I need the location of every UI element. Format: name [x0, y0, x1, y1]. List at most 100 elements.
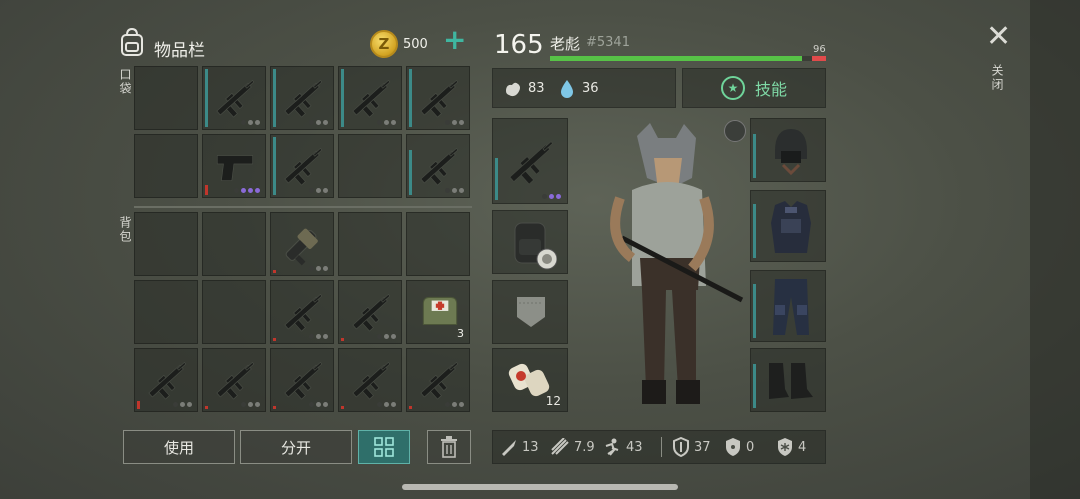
consumable-slot[interactable]: 12: [492, 348, 568, 412]
trash-icon: [441, 436, 457, 458]
consumable-count: 12: [545, 394, 561, 408]
rarity-dots: [445, 188, 464, 193]
pocket-equip-slot[interactable]: [492, 280, 568, 344]
split-button[interactable]: 分开: [240, 430, 352, 464]
vitals-panel: 83 36: [492, 68, 676, 108]
backpack-slot[interactable]: [270, 212, 334, 276]
rifle-icon: [352, 361, 391, 400]
hp-value: 96: [813, 44, 826, 55]
delete-button[interactable]: [427, 430, 471, 464]
pocket-slot[interactable]: [134, 134, 198, 198]
rifle-icon: [509, 141, 554, 185]
rifle-icon: [284, 293, 323, 332]
backpack-slot[interactable]: [270, 348, 334, 412]
durability-bar: [273, 406, 276, 409]
rifle-icon: [216, 79, 255, 118]
rifle-icon: [352, 79, 391, 118]
rarity-dots: [377, 402, 396, 407]
backpack-slot[interactable]: [202, 280, 266, 344]
pistol-icon: [216, 155, 253, 181]
water-value: 36: [582, 81, 599, 96]
rarity-dots: [309, 266, 328, 271]
backpack-slot[interactable]: [338, 212, 402, 276]
wolf-badge-icon: [724, 120, 746, 142]
cold-value: 4: [798, 439, 807, 455]
durability-bar: [341, 338, 344, 341]
rarity-dots: [309, 120, 328, 125]
speed-stat: 43: [600, 432, 643, 462]
coin-balance: 500: [403, 37, 428, 52]
backpack-slot[interactable]: [406, 212, 470, 276]
stats-separator: [661, 437, 662, 457]
close-button[interactable]: ✕: [986, 22, 1011, 52]
ranged-stat: 7.9: [550, 432, 595, 462]
pocket-slot[interactable]: [406, 134, 470, 198]
armor-stat: 37: [672, 432, 711, 462]
backpack-slot[interactable]: [134, 212, 198, 276]
pocket-slot[interactable]: [270, 134, 334, 198]
shield-icon: [673, 437, 689, 457]
use-button[interactable]: 使用: [123, 430, 235, 464]
durability-bar: [205, 69, 208, 127]
pocket-slot[interactable]: [202, 66, 266, 130]
food-value: 83: [528, 81, 545, 96]
pocket-slot[interactable]: [406, 66, 470, 130]
stomach-icon: [506, 82, 520, 97]
sort-grid-button[interactable]: [358, 430, 410, 464]
backpack-header-icon: [121, 27, 143, 56]
player-level: 165: [494, 30, 544, 60]
home-indicator: [402, 484, 678, 490]
hp-bar: [550, 56, 826, 61]
pants-slot[interactable]: [750, 270, 826, 342]
pocket-slot[interactable]: [134, 66, 198, 130]
backpack-slot[interactable]: [134, 348, 198, 412]
boots-slot[interactable]: [750, 348, 826, 412]
backpack-equip-slot[interactable]: [492, 210, 568, 274]
helmet-slot[interactable]: [750, 118, 826, 182]
add-coins-button[interactable]: +: [443, 26, 466, 54]
durability-bar: [409, 69, 412, 127]
ranged-value: 7.9: [574, 439, 595, 455]
durability-bar: [409, 406, 412, 409]
backpack-slot[interactable]: [338, 348, 402, 412]
rifle-icon: [216, 361, 255, 400]
rarity-dots: [445, 402, 464, 407]
melee-stat: 13: [500, 432, 539, 462]
rarity-dots: [309, 188, 328, 193]
pocket-slot[interactable]: [338, 134, 402, 198]
pocket-slot[interactable]: [338, 66, 402, 130]
backpack-slot[interactable]: [202, 212, 266, 276]
rifle-icon: [420, 79, 459, 118]
durability-bar: [205, 185, 208, 195]
rarity-dots: [234, 188, 260, 193]
backpack-slot[interactable]: [406, 348, 470, 412]
rifle-icon: [420, 361, 459, 400]
backpack-slot[interactable]: [134, 280, 198, 344]
grenade-launcher-icon: [285, 228, 318, 266]
backpack-slot[interactable]: [202, 348, 266, 412]
backpack-slot[interactable]: 3: [406, 280, 470, 344]
backpack-slot[interactable]: [338, 280, 402, 344]
cold-icon: [778, 438, 792, 456]
durability-bar: [205, 406, 208, 409]
backpack-label: 背包: [118, 216, 132, 244]
skills-button[interactable]: ★ 技能: [682, 68, 826, 108]
rifle-icon: [420, 147, 459, 186]
rifle-icon: [352, 293, 391, 332]
character-model[interactable]: [592, 118, 748, 418]
rarity-dots: [173, 402, 192, 407]
bandage-icon: [508, 363, 550, 397]
skills-label: 技能: [754, 80, 787, 99]
backpack-slot[interactable]: [270, 280, 334, 344]
weapon-slot[interactable]: [492, 118, 568, 204]
armor-value: 37: [694, 439, 711, 455]
pocket-slot[interactable]: [270, 66, 334, 130]
pocket-slot[interactable]: [202, 134, 266, 198]
rarity-dots: [309, 334, 328, 339]
inventory-title: 物品栏: [154, 41, 205, 61]
cold-stat: 4: [776, 432, 806, 462]
armor-slot[interactable]: [750, 190, 826, 262]
vest-icon: [771, 201, 811, 253]
stack-count: 3: [457, 327, 464, 340]
rifle-icon: [284, 79, 323, 118]
